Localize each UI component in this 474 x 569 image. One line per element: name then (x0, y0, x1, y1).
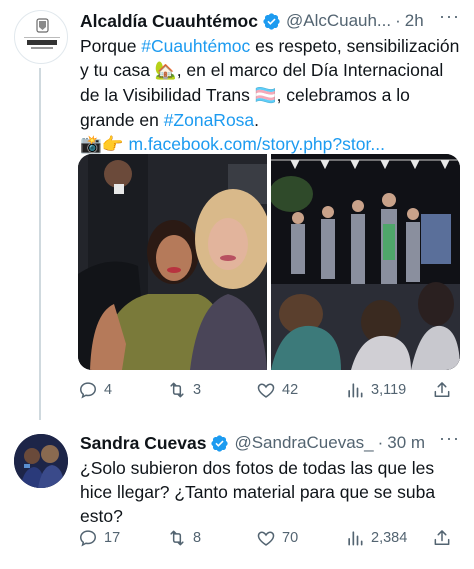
text-segment: Porque (80, 36, 142, 56)
views-icon (348, 383, 363, 398)
photo-selfie[interactable] (78, 154, 267, 370)
like-icon (257, 383, 275, 398)
hashtag-link[interactable]: #Cuauhtémoc (141, 36, 250, 56)
views-button[interactable]: 3,119 (345, 380, 432, 400)
photo-2-illustration (271, 154, 460, 370)
reply-count: 17 (104, 530, 121, 546)
photo-1-illustration (78, 154, 267, 370)
tweet-header: Sandra Cuevas @SandraCuevas_ · 30 m (80, 430, 425, 456)
author-name[interactable]: Sandra Cuevas (80, 433, 206, 454)
retweet-button[interactable]: 3 (167, 380, 256, 400)
share-button[interactable] (432, 380, 458, 400)
author-name[interactable]: Alcaldía Cuauhtémoc (80, 11, 258, 32)
like-count: 42 (282, 382, 299, 398)
avatar-photo (14, 434, 68, 488)
like-count: 70 (282, 530, 299, 546)
media-grid (78, 154, 460, 370)
retweet-icon (170, 382, 184, 398)
tweet[interactable]: Alcaldía Cuauhtémoc @AlcCuauh... · 2h ··… (0, 0, 474, 420)
photo-crowd[interactable] (271, 154, 460, 370)
tweet-text: Porque #Cuauhtémoc es respeto, sensibili… (80, 34, 460, 157)
action-bar: 17 8 70 2,384 (78, 526, 458, 550)
views-count: 2,384 (371, 530, 408, 546)
retweet-count: 8 (193, 530, 202, 546)
timestamp[interactable]: 30 m (387, 433, 425, 453)
reply-button[interactable]: 17 (78, 528, 167, 548)
verified-icon (263, 12, 280, 30)
verified-icon (211, 434, 229, 452)
tweet-text: ¿Solo subieron dos fotos de todas las qu… (80, 458, 436, 526)
share-icon (434, 530, 450, 545)
trans-flag-emoji: 🏳️‍⚧️ (254, 86, 277, 106)
retweet-count: 3 (193, 382, 202, 398)
like-icon (257, 531, 275, 546)
share-button[interactable] (432, 528, 458, 548)
share-icon (434, 382, 450, 397)
avatar[interactable] (14, 10, 68, 64)
hashtag-link[interactable]: #ZonaRosa (164, 110, 254, 130)
separator-dot: · (377, 433, 384, 452)
like-button[interactable]: 42 (256, 380, 345, 400)
reply-button[interactable]: 4 (78, 380, 167, 400)
views-button[interactable]: 2,384 (345, 528, 432, 548)
like-button[interactable]: 70 (256, 528, 345, 548)
views-count: 3,119 (371, 382, 407, 398)
views-icon (348, 531, 363, 546)
author-handle[interactable]: @SandraCuevas_ (234, 433, 373, 453)
more-icon[interactable]: ··· (439, 6, 460, 27)
reply-count: 4 (104, 382, 113, 398)
retweet-icon (170, 530, 184, 546)
author-handle[interactable]: @AlcCuauh... (286, 11, 391, 31)
reply-icon (79, 530, 97, 547)
tweet-header: Alcaldía Cuauhtémoc @AlcCuauh... · 2h (80, 8, 424, 34)
house-emoji: 🏡 (154, 61, 177, 81)
avatar[interactable] (14, 434, 68, 488)
thread-line (39, 68, 41, 420)
separator-dot: · (395, 11, 401, 30)
timestamp[interactable]: 2h (405, 11, 424, 31)
more-icon[interactable]: ··· (439, 428, 460, 449)
text-segment: . (254, 110, 260, 130)
retweet-button[interactable]: 8 (167, 528, 256, 548)
tweet-reply[interactable]: Sandra Cuevas @SandraCuevas_ · 30 m ··· … (0, 422, 474, 569)
alcaldia-logo-icon (24, 18, 60, 49)
action-bar: 4 3 42 3,119 (78, 378, 458, 402)
reply-icon (79, 382, 97, 399)
external-link[interactable]: m.facebook.com/story.php?stor... (128, 134, 384, 154)
